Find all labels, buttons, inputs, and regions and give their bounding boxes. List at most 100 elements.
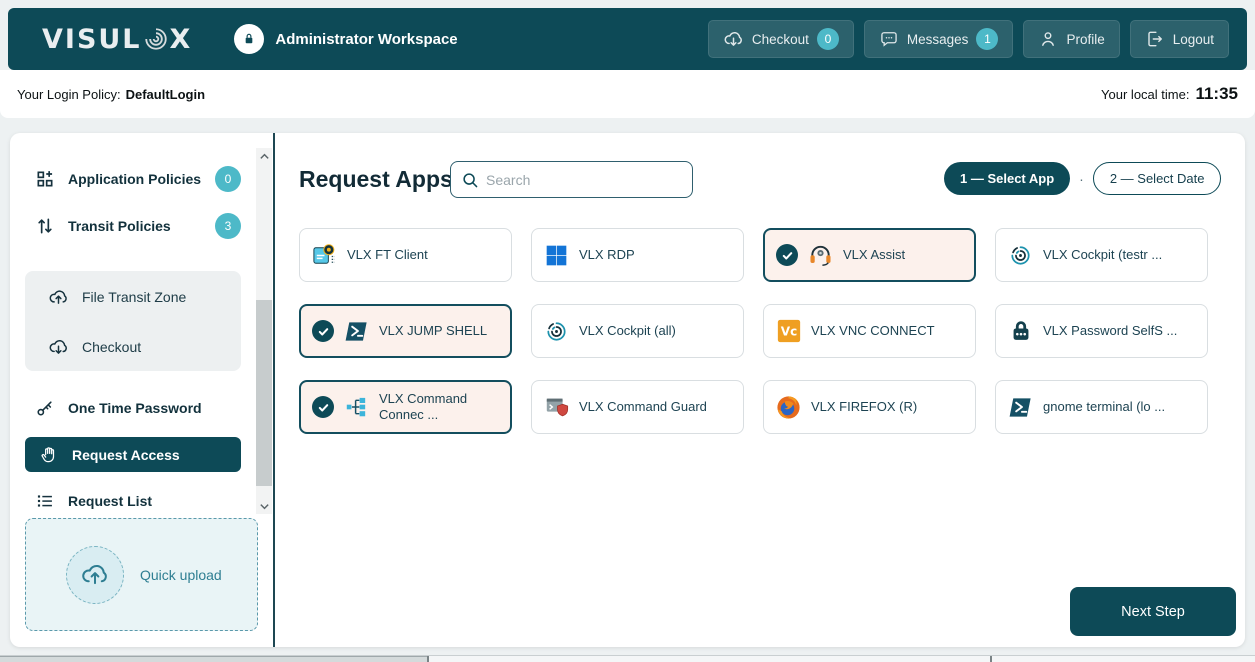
step-select-date[interactable]: 2 — Select Date bbox=[1093, 162, 1222, 195]
sidebar-group: File Transit Zone Checkout bbox=[25, 271, 241, 371]
messages-label: Messages bbox=[907, 32, 969, 47]
sidebar-item-label: Application Policies bbox=[68, 171, 201, 187]
local-time: Your local time: 11:35 bbox=[1101, 84, 1238, 104]
app-card-vlx-command-guard[interactable]: VLX Command Guard bbox=[531, 380, 744, 434]
main-panel: Application Policies 0 Transit Policies … bbox=[10, 133, 1245, 647]
message-icon bbox=[879, 29, 899, 49]
cloud-upload-icon bbox=[80, 560, 110, 590]
logo-spiral-icon bbox=[143, 26, 169, 52]
cockpit-spiral-icon bbox=[1007, 242, 1034, 269]
app-card-vlx-password-selfservice[interactable]: VLX Password SelfS ... bbox=[995, 304, 1208, 358]
app-card-vlx-cockpit-testr[interactable]: VLX Cockpit (testr ... bbox=[995, 228, 1208, 282]
padlock-icon bbox=[1007, 318, 1034, 345]
lock-icon bbox=[234, 24, 264, 54]
check-icon bbox=[312, 320, 334, 342]
sidebar: Application Policies 0 Transit Policies … bbox=[10, 133, 275, 647]
application-policies-badge: 0 bbox=[215, 166, 241, 192]
network-tree-icon bbox=[343, 394, 370, 421]
profile-label: Profile bbox=[1066, 32, 1104, 47]
app-label: VLX FT Client bbox=[347, 247, 428, 263]
sidebar-item-one-time-password[interactable]: One Time Password bbox=[35, 394, 241, 422]
app-label: VLX Assist bbox=[843, 247, 905, 263]
app-card-vlx-assist[interactable]: VLX Assist bbox=[763, 228, 976, 282]
profile-button[interactable]: Profile bbox=[1023, 20, 1119, 58]
sidebar-item-label: Checkout bbox=[82, 339, 141, 355]
messages-button[interactable]: Messages 1 bbox=[864, 20, 1014, 58]
search-box bbox=[450, 161, 693, 198]
grid-plus-icon bbox=[35, 169, 55, 189]
app-card-vlx-vnc-connect[interactable]: Vc VLX VNC CONNECT bbox=[763, 304, 976, 358]
quick-upload-dropzone[interactable]: Quick upload bbox=[25, 518, 258, 631]
app-label: VLX VNC CONNECT bbox=[811, 323, 935, 339]
cloud-upload-icon bbox=[48, 287, 69, 308]
transfer-arrows-icon bbox=[35, 216, 55, 236]
sidebar-item-application-policies[interactable]: Application Policies 0 bbox=[35, 165, 241, 193]
ft-client-icon bbox=[311, 242, 338, 269]
quick-upload-label: Quick upload bbox=[140, 567, 222, 583]
sidebar-item-transit-policies[interactable]: Transit Policies 3 bbox=[35, 212, 241, 240]
scrollbar-thumb[interactable] bbox=[256, 300, 272, 486]
checkout-label: Checkout bbox=[752, 32, 809, 47]
apps-grid: VLX FT Client VLX RDP VLX Assist bbox=[299, 228, 1208, 434]
logout-button[interactable]: Logout bbox=[1130, 20, 1229, 58]
bottom-edge-segment bbox=[0, 656, 427, 662]
app-label: VLX Command Guard bbox=[579, 399, 707, 415]
shield-terminal-icon bbox=[543, 394, 570, 421]
upload-circle bbox=[66, 546, 124, 604]
scroll-down-icon[interactable] bbox=[256, 498, 272, 514]
logout-icon bbox=[1145, 29, 1165, 49]
checkout-badge: 0 bbox=[817, 28, 839, 50]
login-policy-label: Your Login Policy: bbox=[17, 87, 121, 102]
info-bar: Your Login Policy: DefaultLogin Your loc… bbox=[0, 70, 1255, 118]
app-card-vlx-ft-client[interactable]: VLX FT Client bbox=[299, 228, 512, 282]
sidebar-item-checkout[interactable]: Checkout bbox=[48, 333, 228, 361]
key-icon bbox=[35, 398, 55, 418]
person-icon bbox=[1038, 29, 1058, 49]
app-label: gnome terminal (lo ... bbox=[1043, 399, 1165, 415]
app-card-gnome-terminal[interactable]: gnome terminal (lo ... bbox=[995, 380, 1208, 434]
logo-text-post: X bbox=[170, 24, 193, 55]
bottom-edge-divider bbox=[427, 656, 429, 662]
app-label: VLX Cockpit (testr ... bbox=[1043, 247, 1162, 263]
app-label: VLX Cockpit (all) bbox=[579, 323, 676, 339]
logout-label: Logout bbox=[1173, 32, 1214, 47]
app-card-vlx-rdp[interactable]: VLX RDP bbox=[531, 228, 744, 282]
local-time-label: Your local time: bbox=[1101, 87, 1189, 102]
app-card-vlx-firefox[interactable]: VLX FIREFOX (R) bbox=[763, 380, 976, 434]
app-card-vlx-jump-shell[interactable]: VLX JUMP SHELL bbox=[299, 304, 512, 358]
visulox-logo: VISUL X bbox=[42, 24, 192, 55]
app-header: VISUL X Administrator Workspace Checkout… bbox=[8, 8, 1247, 70]
app-label: VLX JUMP SHELL bbox=[379, 323, 487, 339]
local-time-value: 11:35 bbox=[1195, 84, 1238, 104]
scroll-up-icon[interactable] bbox=[256, 148, 272, 164]
sidebar-item-label: File Transit Zone bbox=[82, 289, 186, 305]
logo-text-pre: VISUL bbox=[42, 24, 142, 55]
app-card-vlx-cockpit-all[interactable]: VLX Cockpit (all) bbox=[531, 304, 744, 358]
terminal-icon bbox=[1007, 394, 1034, 421]
windows-icon bbox=[543, 242, 570, 269]
sidebar-scrollbar[interactable] bbox=[256, 148, 272, 514]
checkout-button[interactable]: Checkout 0 bbox=[708, 20, 854, 58]
app-label: VLX Password SelfS ... bbox=[1043, 323, 1177, 339]
hand-icon bbox=[39, 445, 59, 465]
vnc-icon: Vc bbox=[775, 318, 802, 345]
cockpit-spiral-icon bbox=[543, 318, 570, 345]
app-card-vlx-command-connect[interactable]: VLX Command Connec ... bbox=[299, 380, 512, 434]
list-icon bbox=[35, 491, 55, 511]
next-step-button[interactable]: Next Step bbox=[1070, 587, 1236, 636]
sidebar-item-file-transit-zone[interactable]: File Transit Zone bbox=[48, 283, 228, 311]
check-icon bbox=[776, 244, 798, 266]
content-area: Request Apps 1 — Select App · 2 — Select… bbox=[275, 133, 1245, 647]
bottom-window-edge bbox=[0, 655, 1255, 662]
sidebar-item-label: Transit Policies bbox=[68, 218, 171, 234]
messages-badge: 1 bbox=[976, 28, 998, 50]
app-label: VLX Command Connec ... bbox=[379, 391, 499, 424]
login-policy-value: DefaultLogin bbox=[126, 87, 205, 102]
sidebar-item-request-list[interactable]: Request List bbox=[35, 487, 241, 515]
sidebar-item-label: Request Access bbox=[72, 447, 180, 463]
step-indicator: 1 — Select App · 2 — Select Date bbox=[944, 162, 1221, 195]
sidebar-item-label: Request List bbox=[68, 493, 152, 509]
step-select-app[interactable]: 1 — Select App bbox=[944, 162, 1070, 195]
sidebar-item-request-access[interactable]: Request Access bbox=[25, 437, 241, 472]
search-input[interactable] bbox=[486, 172, 666, 188]
